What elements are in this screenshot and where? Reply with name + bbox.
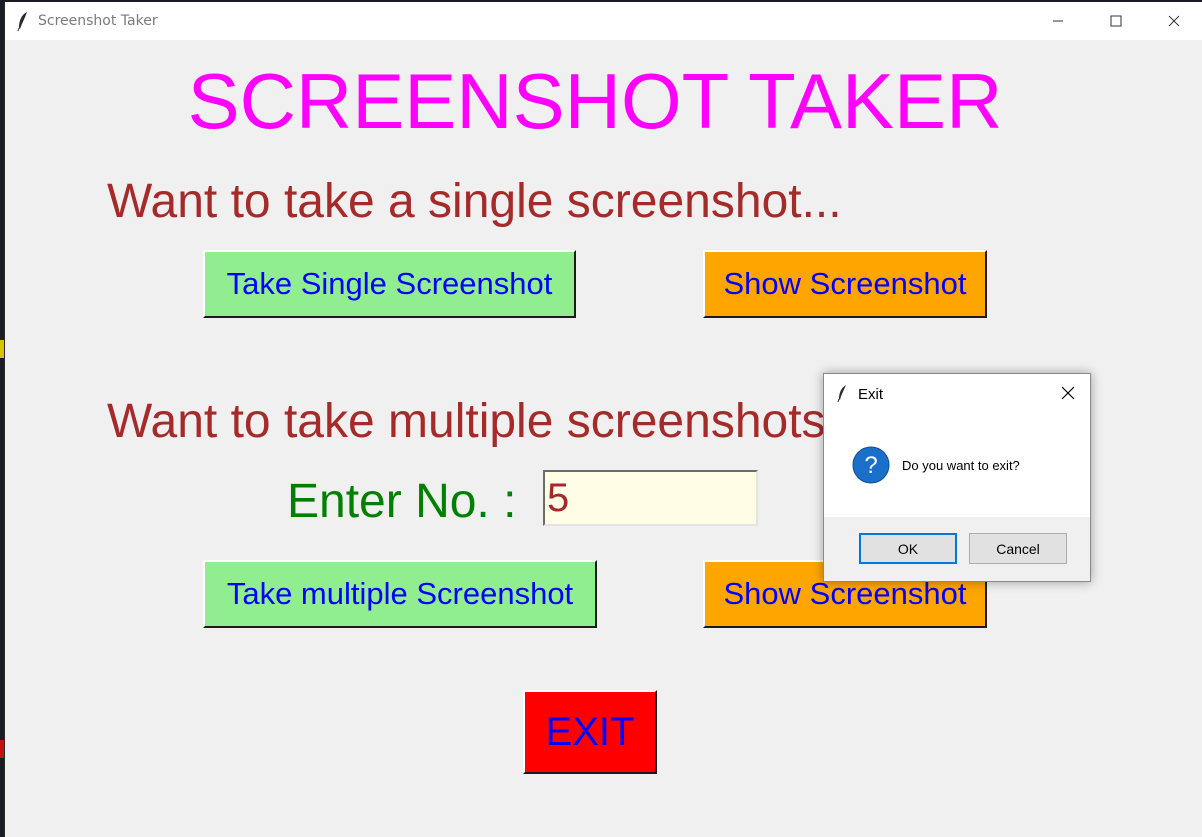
app-title: SCREENSHOT TAKER (187, 57, 1003, 145)
exit-dialog: Exit ? Do you want to exit? OK Cancel (823, 373, 1091, 582)
screenshot-count-input[interactable] (543, 470, 758, 526)
dialog-title: Exit (858, 386, 884, 403)
enter-number-label: Enter No. : (287, 475, 517, 528)
feather-icon (837, 385, 846, 402)
question-icon: ? (852, 446, 890, 484)
ok-button[interactable]: OK (859, 533, 957, 564)
close-icon (1061, 386, 1075, 400)
take-multiple-screenshot-button[interactable]: Take multiple Screenshot (203, 560, 597, 628)
close-button[interactable] (1151, 2, 1197, 40)
close-icon (1168, 15, 1180, 27)
show-single-screenshot-button[interactable]: Show Screenshot (703, 250, 987, 318)
exit-button[interactable]: EXIT (523, 690, 657, 774)
app-window: Screenshot Taker SCREENSHOT TAKER Want t… (4, 2, 1202, 837)
title-bar[interactable]: Screenshot Taker (5, 2, 1202, 40)
dialog-footer: OK Cancel (824, 517, 1090, 581)
maximize-button[interactable] (1093, 2, 1139, 40)
dialog-message: Do you want to exit? (902, 458, 1020, 473)
dialog-close-button[interactable] (1054, 380, 1082, 406)
multiple-screenshot-heading: Want to take multiple screenshots... (107, 395, 866, 448)
minimize-icon (1053, 20, 1063, 22)
minimize-button[interactable] (1035, 2, 1081, 40)
single-screenshot-heading: Want to take a single screenshot... (107, 175, 842, 228)
svg-text:?: ? (864, 452, 877, 479)
maximize-icon (1110, 15, 1122, 27)
window-title: Screenshot Taker (38, 13, 158, 29)
take-single-screenshot-button[interactable]: Take Single Screenshot (203, 250, 576, 318)
cancel-button[interactable]: Cancel (969, 533, 1067, 564)
feather-icon (17, 12, 27, 31)
